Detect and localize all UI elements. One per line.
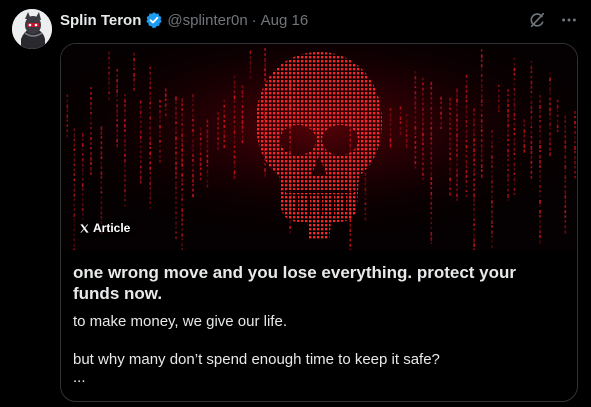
article-card[interactable]: Article one wrong move and you lose ever… xyxy=(60,43,578,402)
matrix-skull-illustration xyxy=(61,44,577,250)
avatar-image xyxy=(12,9,52,49)
article-badge: Article xyxy=(73,218,137,238)
skull-figure xyxy=(61,44,577,250)
article-content: one wrong move and you lose everything. … xyxy=(61,250,577,386)
post-actions xyxy=(527,10,579,30)
article-title: one wrong move and you lose everything. … xyxy=(73,263,517,303)
article-badge-label: Article xyxy=(93,221,131,235)
author-handle[interactable]: @splinter0n xyxy=(167,12,247,29)
grok-icon[interactable] xyxy=(527,10,547,30)
avatar[interactable] xyxy=(12,9,52,49)
x-logo-icon xyxy=(79,223,90,234)
verified-badge-icon xyxy=(145,11,163,29)
post-date[interactable]: Aug 16 xyxy=(261,12,309,29)
separator-dot: · xyxy=(251,11,257,29)
article-paragraph: to make money, we give our life. xyxy=(73,313,287,330)
post-header: Splin Teron @splinter0n · Aug 16 xyxy=(60,10,308,30)
author-name[interactable]: Splin Teron xyxy=(60,12,141,29)
more-icon[interactable] xyxy=(559,10,579,30)
article-ellipsis: ... xyxy=(73,369,86,386)
article-paragraph: but why many don’t spend enough time to … xyxy=(73,351,440,368)
article-cover-image: Article xyxy=(61,44,577,250)
